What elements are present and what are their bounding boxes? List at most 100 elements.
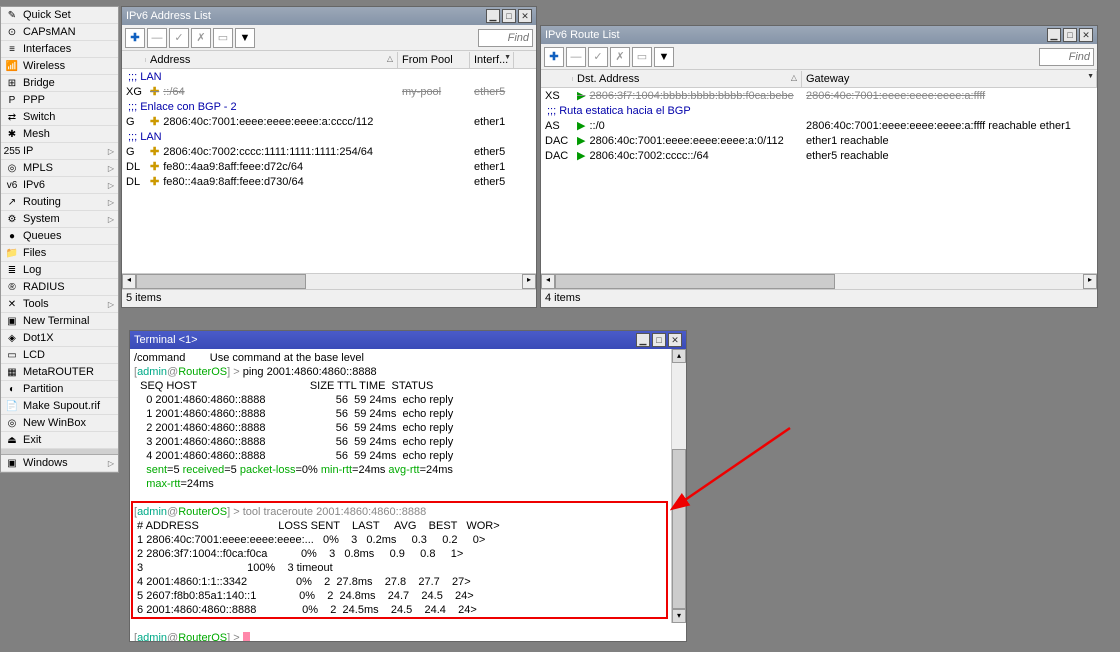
flag-cell: G (122, 146, 146, 158)
table-row[interactable]: DL✚fe80::4aa9:8aff:feee:d72c/64ether1 (122, 159, 536, 174)
sidebar-item-make-supout.rif[interactable]: 📄Make Supout.rif (1, 398, 118, 415)
minimize-button[interactable]: ▁ (486, 9, 500, 23)
sidebar-item-interfaces[interactable]: ≡Interfaces (1, 41, 118, 58)
menu-icon: ▭ (5, 348, 19, 362)
route-icon: ▶ (577, 90, 585, 102)
table-body[interactable]: ;;; LANXG✚::/64my-poolether5;;; Enlace c… (122, 69, 536, 273)
table-row[interactable]: XS▶2806:3f7:1004:bbbb:bbbb:bbbb:f0ca:beb… (541, 88, 1097, 103)
sidebar-item-ipv6[interactable]: v6IPv6▷ (1, 177, 118, 194)
table-comment-row[interactable]: ;;; LAN (122, 129, 536, 144)
sidebar-item-routing[interactable]: ↗Routing▷ (1, 194, 118, 211)
sidebar-item-lcd[interactable]: ▭LCD (1, 347, 118, 364)
sidebar-item-new-terminal[interactable]: ▣New Terminal (1, 313, 118, 330)
sidebar-item-label: Quick Set (23, 9, 71, 21)
interface-cell: ether5 (470, 86, 520, 98)
sidebar-item-log[interactable]: ≣Log (1, 262, 118, 279)
table-row[interactable]: DL✚fe80::4aa9:8aff:feee:d730/64ether5 (122, 174, 536, 189)
maximize-button[interactable]: □ (1063, 28, 1077, 42)
sidebar-item-files[interactable]: 📁Files (1, 245, 118, 262)
comment-button[interactable]: ▭ (213, 28, 233, 48)
disable-button[interactable]: ✗ (191, 28, 211, 48)
sidebar-item-ip[interactable]: 255IP▷ (1, 143, 118, 160)
enable-button[interactable]: ✓ (169, 28, 189, 48)
comment-button[interactable]: ▭ (632, 47, 652, 67)
find-input[interactable] (478, 29, 533, 47)
sidebar-item-new-winbox[interactable]: ◎New WinBox (1, 415, 118, 432)
table-row[interactable]: XG✚::/64my-poolether5 (122, 84, 536, 99)
sidebar-item-label: IP (23, 145, 33, 157)
col-flags[interactable] (122, 58, 146, 62)
disable-button[interactable]: ✗ (610, 47, 630, 67)
sidebar-item-capsman[interactable]: ⊙CAPsMAN (1, 24, 118, 41)
minimize-button[interactable]: ▁ (1047, 28, 1061, 42)
col-interface[interactable]: Interf...▼ (470, 52, 514, 68)
col-dst[interactable]: Dst. Address△ (573, 71, 802, 87)
col-from-pool[interactable]: From Pool (398, 52, 470, 68)
close-button[interactable]: ✕ (668, 333, 682, 347)
sidebar-item-label: New WinBox (23, 417, 86, 429)
v-scrollbar[interactable]: ▴ ▾ (671, 349, 686, 623)
address-cell: ✚::/64 (146, 85, 398, 98)
sidebar-item-wireless[interactable]: 📶Wireless (1, 58, 118, 75)
maximize-button[interactable]: □ (652, 333, 666, 347)
col-address[interactable]: Address△ (146, 52, 398, 68)
annotation-arrow-icon (670, 422, 800, 512)
col-flags[interactable] (541, 77, 573, 81)
sidebar-item-windows[interactable]: ▣Windows▷ (1, 455, 118, 472)
close-button[interactable]: ✕ (1079, 28, 1093, 42)
menu-icon: ⊞ (5, 76, 19, 90)
sidebar-item-label: IPv6 (23, 179, 45, 191)
menu-icon: ◎ (5, 161, 19, 175)
sidebar-item-system[interactable]: ⚙System▷ (1, 211, 118, 228)
route-icon: ▶ (577, 135, 585, 147)
sidebar-item-tools[interactable]: ✕Tools▷ (1, 296, 118, 313)
find-input[interactable] (1039, 48, 1094, 66)
sidebar-item-bridge[interactable]: ⊞Bridge (1, 75, 118, 92)
h-scrollbar[interactable]: ◂▸ (541, 273, 1097, 289)
titlebar[interactable]: IPv6 Address List ▁ □ ✕ (122, 7, 536, 25)
sidebar-item-ppp[interactable]: PPPP (1, 92, 118, 109)
add-button[interactable]: ✚ (544, 47, 564, 67)
menu-icon: ◈ (5, 331, 19, 345)
scroll-up[interactable]: ▴ (672, 349, 686, 363)
annotation-box (131, 501, 668, 619)
table-body[interactable]: XS▶2806:3f7:1004:bbbb:bbbb:bbbb:f0ca:beb… (541, 88, 1097, 273)
table-row[interactable]: DAC▶2806:40c:7002:cccc::/64ether5 reacha… (541, 148, 1097, 163)
minimize-button[interactable]: ▁ (636, 333, 650, 347)
sidebar-item-radius[interactable]: ®RADIUS (1, 279, 118, 296)
table-row[interactable]: G✚2806:40c:7001:eeee:eeee:eeee:a:cccc/11… (122, 114, 536, 129)
table-comment-row[interactable]: ;;; Enlace con BGP - 2 (122, 99, 536, 114)
sidebar-item-metarouter[interactable]: ▦MetaROUTER (1, 364, 118, 381)
menu-icon: ✱ (5, 127, 19, 141)
close-button[interactable]: ✕ (518, 9, 532, 23)
gateway-cell: 2806:40c:7001:eeee:eeee:eeee:a:ffff reac… (802, 120, 1097, 132)
titlebar[interactable]: Terminal <1> ▁ □ ✕ (130, 331, 686, 349)
filter-button[interactable]: ▼ (654, 47, 674, 67)
flag-cell: XS (541, 90, 573, 102)
scroll-down[interactable]: ▾ (672, 609, 686, 623)
remove-button[interactable]: — (147, 28, 167, 48)
sidebar-item-mpls[interactable]: ◎MPLS▷ (1, 160, 118, 177)
toolbar: ✚ — ✓ ✗ ▭ ▼ (122, 25, 536, 51)
sidebar-item-quick-set[interactable]: ✎Quick Set (1, 7, 118, 24)
add-button[interactable]: ✚ (125, 28, 145, 48)
sidebar-item-switch[interactable]: ⇄Switch (1, 109, 118, 126)
sidebar-item-dot1x[interactable]: ◈Dot1X (1, 330, 118, 347)
titlebar[interactable]: IPv6 Route List ▁ □ ✕ (541, 26, 1097, 44)
col-gateway[interactable]: Gateway▼ (802, 71, 1097, 87)
table-comment-row[interactable]: ;;; LAN (122, 69, 536, 84)
table-row[interactable]: G✚2806:40c:7002:cccc:1111:1111:1111:254/… (122, 144, 536, 159)
enable-button[interactable]: ✓ (588, 47, 608, 67)
table-row[interactable]: DAC▶2806:40c:7001:eeee:eeee:eeee:a:0/112… (541, 133, 1097, 148)
sidebar-item-mesh[interactable]: ✱Mesh (1, 126, 118, 143)
h-scrollbar[interactable]: ◂▸ (122, 273, 536, 289)
maximize-button[interactable]: □ (502, 9, 516, 23)
sidebar-item-queues[interactable]: ●Queues (1, 228, 118, 245)
sidebar-item-partition[interactable]: ◐Partition (1, 381, 118, 398)
table-row[interactable]: AS▶::/02806:40c:7001:eeee:eeee:eeee:a:ff… (541, 118, 1097, 133)
table-comment-row[interactable]: ;;; Ruta estatica hacia el BGP (541, 103, 1097, 118)
remove-button[interactable]: — (566, 47, 586, 67)
filter-button[interactable]: ▼ (235, 28, 255, 48)
gateway-cell: ether5 reachable (802, 150, 1097, 162)
sidebar-item-exit[interactable]: ⏏Exit (1, 432, 118, 449)
